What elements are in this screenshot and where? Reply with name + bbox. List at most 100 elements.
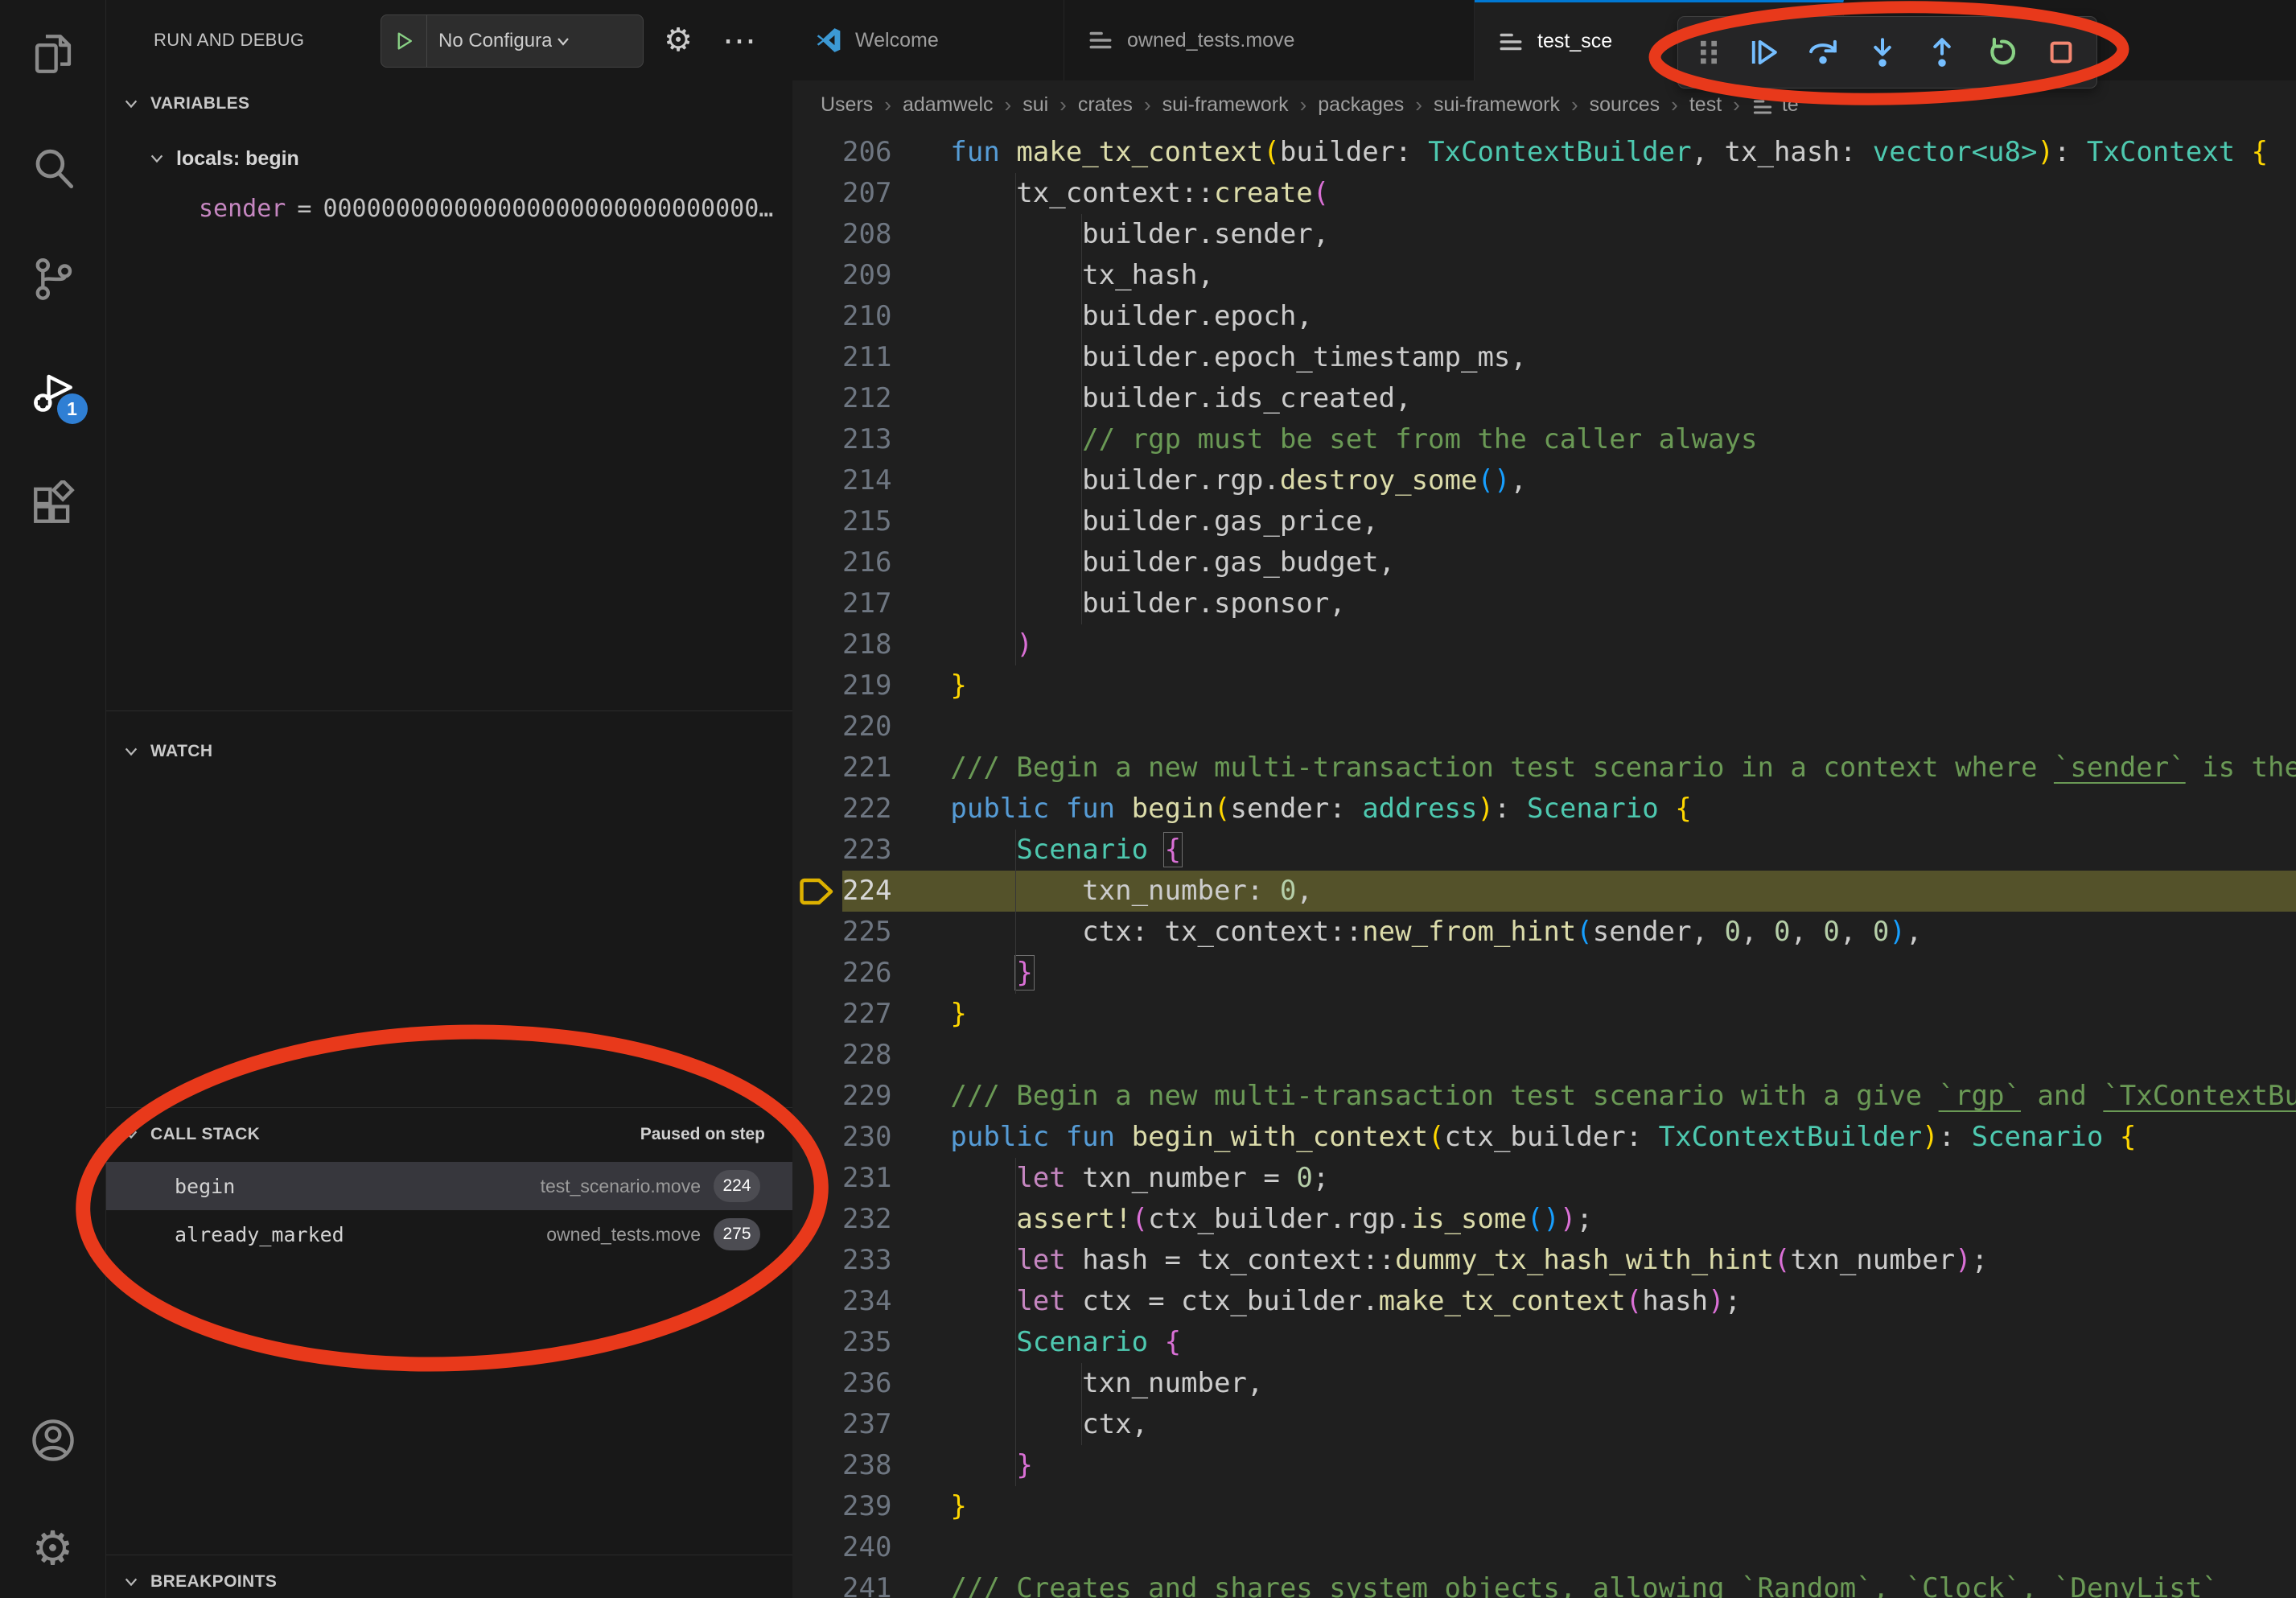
- glyph-margin[interactable]: [792, 1158, 842, 1199]
- glyph-margin[interactable]: [792, 1568, 842, 1598]
- glyph-margin[interactable]: [792, 460, 842, 501]
- breadcrumb-item[interactable]: sui-framework: [1162, 93, 1289, 117]
- step-over-icon[interactable]: [1802, 28, 1844, 76]
- glyph-margin[interactable]: [792, 830, 842, 871]
- glyph-margin[interactable]: [792, 748, 842, 789]
- account-icon[interactable]: [28, 1415, 78, 1465]
- glyph-margin[interactable]: [792, 501, 842, 542]
- code-line[interactable]: 207 tx_context::create(: [792, 173, 2296, 214]
- breadcrumb-item[interactable]: packages: [1318, 93, 1404, 117]
- breadcrumb-item[interactable]: adamwelc: [903, 93, 994, 117]
- code-line[interactable]: 219}: [792, 665, 2296, 706]
- breakpoints-section-header[interactable]: BREAKPOINTS: [105, 1559, 792, 1598]
- glyph-margin[interactable]: [792, 296, 842, 337]
- code-line[interactable]: 231 let txn_number = 0;: [792, 1158, 2296, 1199]
- step-out-icon[interactable]: [1921, 28, 1963, 76]
- start-debugging-icon[interactable]: [381, 15, 427, 67]
- glyph-margin[interactable]: [792, 214, 842, 255]
- code-line[interactable]: 212 builder.ids_created,: [792, 378, 2296, 419]
- code-line[interactable]: 217 builder.sponsor,: [792, 583, 2296, 624]
- gear-icon[interactable]: ⚙: [664, 22, 693, 59]
- tab-welcome[interactable]: Welcome: [792, 0, 1064, 80]
- code-line[interactable]: 208 builder.sender,: [792, 214, 2296, 255]
- code-line[interactable]: 213 // rgp must be set from the caller a…: [792, 419, 2296, 460]
- code-line[interactable]: 221/// Begin a new multi-transaction tes…: [792, 748, 2296, 789]
- breadcrumb-item-file[interactable]: te: [1782, 93, 1799, 117]
- code-line[interactable]: 206fun make_tx_context(builder: TxContex…: [792, 132, 2296, 173]
- files-icon[interactable]: [28, 29, 78, 79]
- glyph-margin[interactable]: [792, 1035, 842, 1076]
- code-line[interactable]: 237 ctx,: [792, 1404, 2296, 1445]
- code-line[interactable]: 209 tx_hash,: [792, 255, 2296, 296]
- code-line[interactable]: 235 Scenario {: [792, 1322, 2296, 1363]
- code-line[interactable]: 214 builder.rgp.destroy_some(),: [792, 460, 2296, 501]
- code-line[interactable]: 232 assert!(ctx_builder.rgp.is_some());: [792, 1199, 2296, 1240]
- code-line[interactable]: 238 }: [792, 1445, 2296, 1486]
- glyph-margin[interactable]: [792, 953, 842, 994]
- variables-scope-row[interactable]: locals: begin: [105, 135, 792, 182]
- glyph-margin[interactable]: [792, 1281, 842, 1322]
- code-line[interactable]: 225 ctx: tx_context::new_from_hint(sende…: [792, 912, 2296, 953]
- call-stack-frame-already-marked[interactable]: already_marked owned_tests.move 275: [105, 1210, 792, 1258]
- glyph-margin[interactable]: [792, 912, 842, 953]
- glyph-margin[interactable]: [792, 624, 842, 665]
- glyph-margin[interactable]: [792, 419, 842, 460]
- glyph-margin[interactable]: [792, 1199, 842, 1240]
- debug-config-dropdown[interactable]: No Configura: [381, 14, 644, 68]
- continue-icon[interactable]: [1743, 28, 1784, 76]
- glyph-margin[interactable]: [792, 1486, 842, 1527]
- glyph-margin[interactable]: [792, 255, 842, 296]
- glyph-margin[interactable]: [792, 1076, 842, 1117]
- glyph-margin[interactable]: [792, 1445, 842, 1486]
- code-line[interactable]: 224 txn_number: 0,: [792, 871, 2296, 912]
- code-editor[interactable]: 206fun make_tx_context(builder: TxContex…: [792, 129, 2296, 1598]
- code-line[interactable]: 229/// Begin a new multi-transaction tes…: [792, 1076, 2296, 1117]
- variable-row-sender[interactable]: sender = 000000000000000000000000000000…: [105, 185, 792, 232]
- step-into-icon[interactable]: [1862, 28, 1903, 76]
- breadcrumb-item[interactable]: crates: [1078, 93, 1133, 117]
- breadcrumb-item[interactable]: sui: [1023, 93, 1048, 117]
- code-line[interactable]: 220: [792, 706, 2296, 748]
- glyph-margin[interactable]: [792, 542, 842, 583]
- run-and-debug-icon[interactable]: 1: [28, 366, 78, 416]
- glyph-margin[interactable]: [792, 706, 842, 748]
- code-line[interactable]: 241/// Creates and shares system objects…: [792, 1568, 2296, 1598]
- glyph-margin[interactable]: [792, 1240, 842, 1281]
- variables-section-header[interactable]: VARIABLES: [105, 82, 792, 126]
- drag-grip-icon[interactable]: [1693, 28, 1725, 76]
- glyph-margin[interactable]: [792, 1527, 842, 1568]
- code-line[interactable]: 226 }: [792, 953, 2296, 994]
- code-line[interactable]: 230public fun begin_with_context(ctx_bui…: [792, 1117, 2296, 1158]
- current-frame-arrow-icon[interactable]: [792, 871, 842, 912]
- source-control-icon[interactable]: [28, 253, 78, 303]
- code-line[interactable]: 215 builder.gas_price,: [792, 501, 2296, 542]
- code-line[interactable]: 228: [792, 1035, 2296, 1076]
- glyph-margin[interactable]: [792, 1363, 842, 1404]
- breadcrumb-item[interactable]: sources: [1590, 93, 1660, 117]
- glyph-margin[interactable]: [792, 173, 842, 214]
- code-line[interactable]: 234 let ctx = ctx_builder.make_tx_contex…: [792, 1281, 2296, 1322]
- settings-gear-icon[interactable]: ⚙: [28, 1524, 78, 1574]
- stop-icon[interactable]: [2040, 28, 2082, 76]
- code-line[interactable]: 233 let hash = tx_context::dummy_tx_hash…: [792, 1240, 2296, 1281]
- code-line[interactable]: 236 txn_number,: [792, 1363, 2296, 1404]
- code-line[interactable]: 223 Scenario {: [792, 830, 2296, 871]
- glyph-margin[interactable]: [792, 1404, 842, 1445]
- glyph-margin[interactable]: [792, 789, 842, 830]
- breadcrumb-item[interactable]: Users: [821, 93, 873, 117]
- breadcrumb-item[interactable]: test: [1689, 93, 1722, 117]
- search-icon[interactable]: [28, 143, 78, 193]
- extensions-icon[interactable]: [28, 479, 78, 529]
- breadcrumb-item[interactable]: sui-framework: [1434, 93, 1560, 117]
- call-stack-frame-begin[interactable]: begin test_scenario.move 224: [105, 1162, 792, 1210]
- glyph-margin[interactable]: [792, 583, 842, 624]
- code-line[interactable]: 210 builder.epoch,: [792, 296, 2296, 337]
- glyph-margin[interactable]: [792, 1322, 842, 1363]
- more-actions-icon[interactable]: ⋯: [722, 21, 756, 60]
- glyph-margin[interactable]: [792, 665, 842, 706]
- tab-owned-tests-move[interactable]: owned_tests.move: [1064, 0, 1475, 80]
- glyph-margin[interactable]: [792, 337, 842, 378]
- call-stack-section-header[interactable]: CALL STACK Paused on step: [105, 1112, 792, 1157]
- glyph-margin[interactable]: [792, 132, 842, 173]
- glyph-margin[interactable]: [792, 378, 842, 419]
